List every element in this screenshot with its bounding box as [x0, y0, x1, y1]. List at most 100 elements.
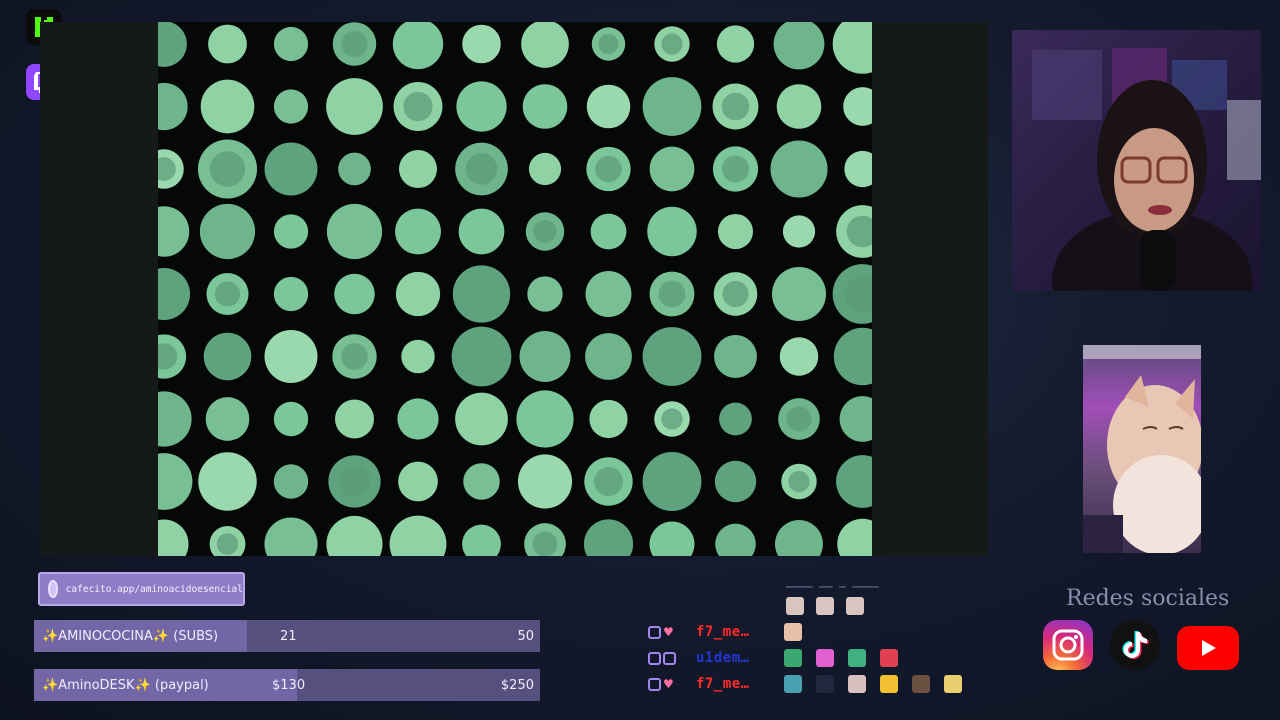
dot-inner [209, 151, 246, 187]
dot [158, 206, 190, 257]
dot [401, 339, 435, 374]
dot [719, 402, 752, 436]
faded-chat-line: ▁▁▁▁ ▁▁ ▁ ▁▁▁▁ [786, 580, 879, 588]
dot [779, 337, 819, 376]
dot [770, 140, 828, 198]
donation-link[interactable]: cafecito.app/aminoacidoesencial [38, 572, 245, 606]
dot [714, 335, 757, 378]
dot [264, 329, 318, 384]
dot [398, 461, 438, 502]
dot [463, 463, 500, 500]
dot [326, 78, 383, 135]
emote [816, 649, 834, 667]
dot [199, 203, 256, 260]
dot-inner [722, 280, 749, 308]
dot [585, 333, 632, 380]
chat-username[interactable]: f7_me… [696, 624, 784, 640]
dot-pattern-visual [158, 22, 872, 556]
dot [837, 518, 872, 556]
dot [326, 203, 383, 260]
dot [326, 515, 383, 556]
dot [717, 213, 754, 250]
dot [264, 142, 318, 196]
dot [456, 81, 507, 132]
dot [455, 392, 508, 446]
dot [205, 397, 250, 441]
dot [264, 517, 318, 556]
chat-message: ♥ f7_me… [648, 674, 976, 694]
streamer-webcam [1012, 30, 1261, 291]
dot [776, 84, 822, 129]
dot [158, 267, 191, 321]
youtube-icon[interactable] [1177, 626, 1239, 670]
dot [273, 401, 309, 437]
dot [649, 146, 695, 192]
dot [589, 399, 628, 439]
chat-message: ♥ f7_me… [648, 622, 816, 642]
dot [585, 271, 632, 317]
dot-inner [788, 470, 810, 493]
chat-username[interactable]: f7_me… [696, 676, 784, 692]
dot [334, 399, 375, 439]
chat-bubble-icon [648, 625, 661, 639]
instagram-icon[interactable] [1043, 620, 1093, 670]
dot [517, 454, 573, 509]
dot [775, 520, 823, 556]
goal-target: 50 [517, 628, 534, 644]
dot-inner [661, 33, 683, 55]
chat-bubble-icon [648, 651, 661, 665]
dot [528, 152, 562, 186]
emote [912, 675, 930, 693]
goal-current: $130 [272, 677, 306, 693]
dot [642, 77, 702, 136]
dot [158, 391, 192, 447]
emote [848, 675, 866, 693]
chat-message: u1dem… [648, 648, 912, 668]
dot [843, 87, 872, 126]
dot [395, 271, 441, 317]
dot [334, 273, 375, 315]
dot [338, 152, 371, 186]
dot [451, 326, 512, 387]
dot [527, 276, 563, 312]
emote [816, 675, 834, 693]
dot [273, 464, 309, 499]
dot [158, 453, 193, 510]
dot [158, 22, 187, 67]
dot-inner [658, 280, 686, 308]
emote [880, 675, 898, 693]
dot [462, 24, 501, 64]
dot [273, 26, 309, 62]
badge-icon [663, 651, 676, 665]
dot [208, 24, 247, 64]
dot-inner [341, 30, 368, 58]
dot [649, 521, 695, 556]
dot-inner [465, 153, 498, 185]
dot-inner [595, 155, 622, 183]
subs-goal-bar: ✨AMINOCOCINA✨ (SUBS) 21 50 [34, 620, 540, 652]
emote [944, 675, 962, 693]
goal-target: $250 [500, 677, 534, 693]
dot [273, 89, 309, 124]
dot [273, 276, 309, 312]
dot-inner [403, 91, 433, 122]
dot-inner [721, 155, 750, 183]
dot [452, 265, 511, 323]
donation-url: cafecito.app/aminoacidoesencial [65, 583, 243, 595]
goal-label: ✨AminoDESK✨ (paypal) [42, 677, 209, 693]
dot [462, 524, 501, 556]
dot [392, 22, 444, 70]
main-video-panel [40, 22, 988, 556]
heart-icon: ♥ [663, 676, 674, 691]
dot [522, 84, 568, 129]
emote [786, 597, 804, 615]
emote [880, 649, 898, 667]
dot [203, 332, 252, 381]
dot [521, 22, 569, 68]
socials-title: Redes sociales [1066, 586, 1230, 611]
paypal-goal-bar: ✨AminoDESK✨ (paypal) $130 $250 [34, 669, 540, 701]
tiktok-icon[interactable] [1110, 620, 1160, 670]
dot [519, 331, 571, 382]
dot-inner [341, 343, 368, 370]
chat-username[interactable]: u1dem… [696, 650, 784, 666]
